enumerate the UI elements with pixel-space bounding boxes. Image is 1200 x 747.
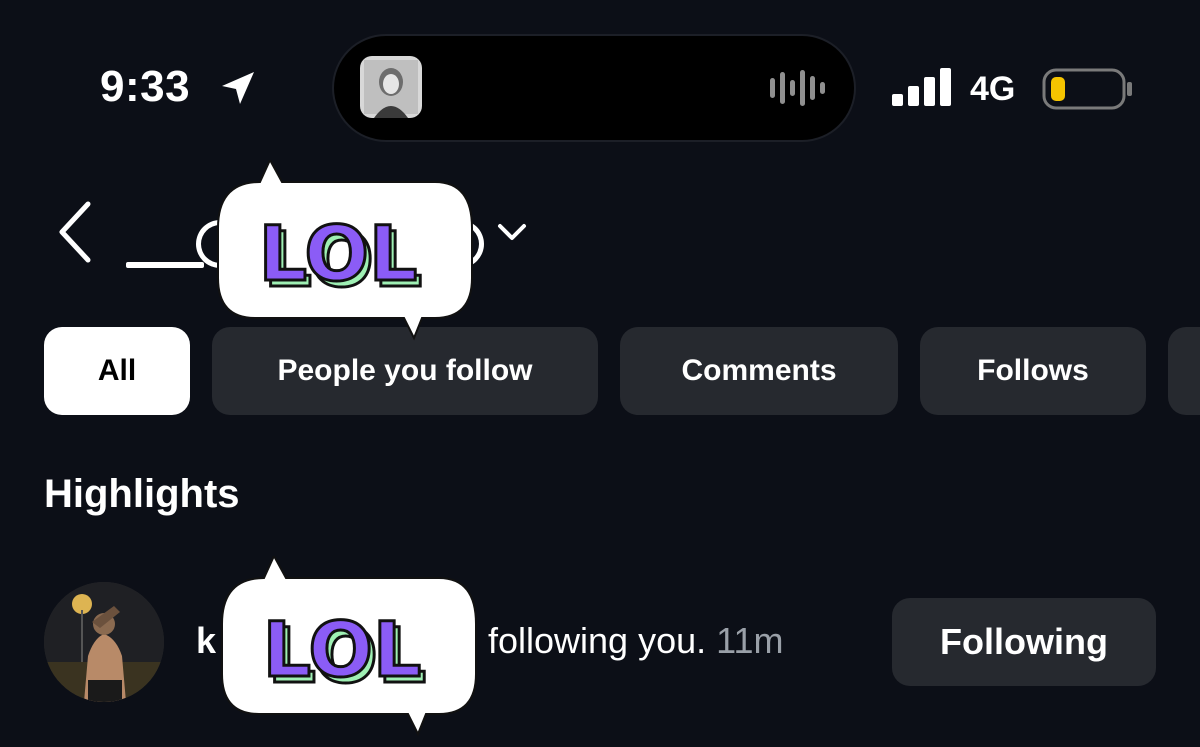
avatar[interactable]: [44, 582, 164, 702]
status-time: 9:33: [100, 62, 191, 111]
notification-text: following you. 11m: [488, 620, 784, 662]
notification-message: following you.: [488, 620, 707, 661]
chevron-left-icon[interactable]: [56, 200, 96, 264]
lol-sticker: LOL LOL: [221, 556, 477, 737]
filter-chip-follows[interactable]: Follows: [920, 327, 1146, 415]
battery-low-icon: [1042, 68, 1132, 110]
following-button[interactable]: Following: [892, 598, 1156, 686]
location-arrow-icon: [222, 72, 254, 104]
sticker-text: LOL: [263, 605, 422, 694]
filter-chip-more[interactable]: [1168, 327, 1200, 415]
section-title-highlights: Highlights: [44, 472, 240, 516]
cellular-signal-icon: [892, 68, 951, 106]
network-type: 4G: [970, 70, 1016, 108]
lol-sticker: LOL LOL: [217, 160, 473, 341]
filter-chip-comments[interactable]: Comments: [620, 327, 898, 415]
chevron-down-icon[interactable]: [496, 220, 528, 244]
now-playing-album-art[interactable]: [360, 56, 422, 118]
audio-waveform-icon: [770, 70, 825, 106]
filter-chip-all[interactable]: All: [44, 327, 190, 415]
username-fragment[interactable]: [126, 262, 204, 268]
sticker-text: LOL: [259, 209, 418, 298]
notification-time: 11m: [716, 620, 784, 661]
